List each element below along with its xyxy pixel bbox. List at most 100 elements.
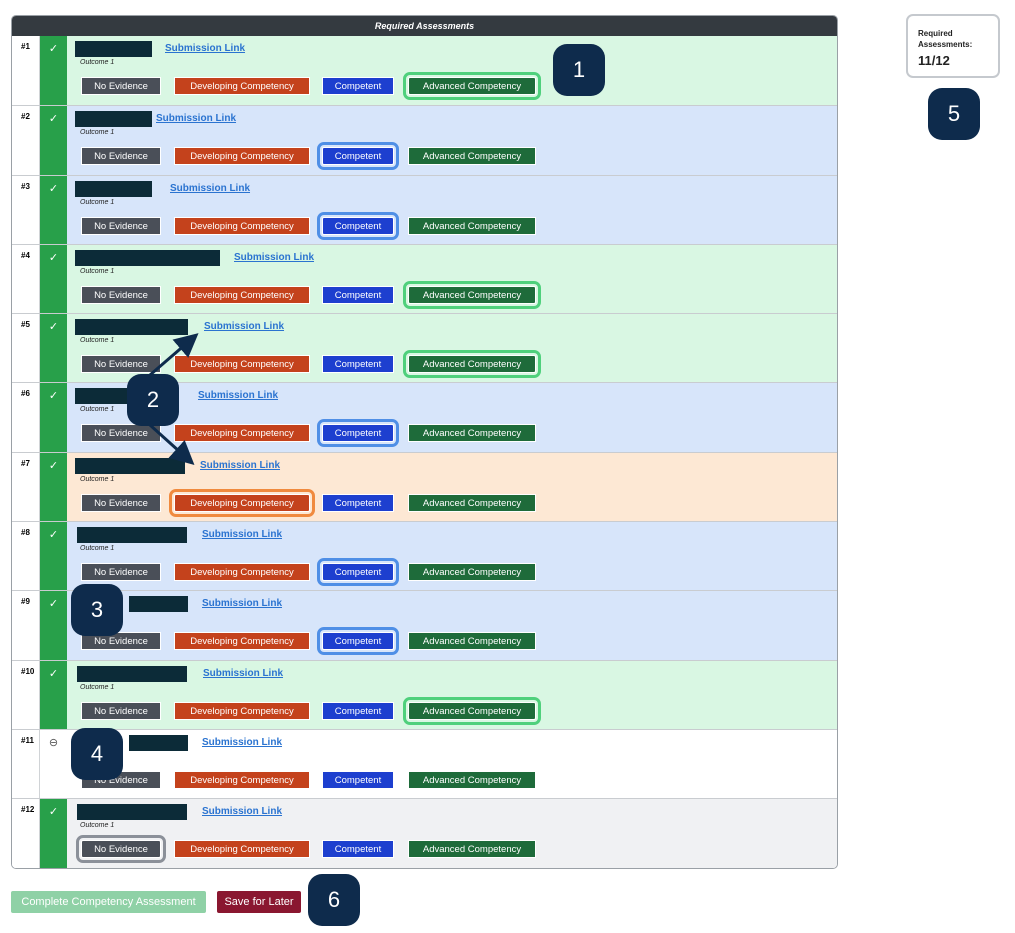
annotation-badge-4: 4 bbox=[71, 728, 123, 780]
required-assessments-counter: Required Assessments: 11/12 bbox=[906, 14, 1000, 78]
advanced-competency-button[interactable]: Advanced Competency bbox=[403, 280, 541, 309]
developing-competency-button[interactable]: Developing Competency bbox=[174, 355, 310, 374]
row-number: #1 bbox=[12, 36, 40, 106]
competent-button[interactable]: Competent bbox=[322, 840, 394, 859]
submission-link[interactable]: Submission Link bbox=[202, 598, 282, 609]
check-icon: ✓ bbox=[40, 383, 67, 452]
no-evidence-button[interactable]: No Evidence bbox=[81, 216, 161, 235]
advanced-competency-button[interactable]: Advanced Competency bbox=[403, 72, 541, 100]
competent-button[interactable]: Competent bbox=[322, 493, 394, 512]
competent-button[interactable]: Competent bbox=[317, 211, 399, 240]
outcome-label: Outcome 1 bbox=[80, 129, 115, 137]
submission-link[interactable]: Submission Link bbox=[198, 390, 278, 401]
competent-button[interactable]: Competent bbox=[317, 627, 399, 656]
check-icon: ✓ bbox=[40, 591, 67, 660]
check-icon: ✓ bbox=[40, 244, 67, 314]
row-number: #9 bbox=[12, 591, 40, 660]
no-evidence-button[interactable]: No Evidence bbox=[81, 424, 161, 443]
competent-button[interactable]: Competent bbox=[322, 77, 394, 95]
row-number: #12 bbox=[12, 799, 40, 868]
complete-competency-assessment-button[interactable]: Complete Competency Assessment bbox=[11, 891, 206, 913]
save-for-later-button[interactable]: Save for Later bbox=[217, 891, 301, 913]
annotation-badge-6: 6 bbox=[308, 874, 360, 926]
submission-link[interactable]: Submission Link bbox=[202, 529, 282, 540]
submission-link[interactable]: Submission Link bbox=[165, 43, 245, 54]
assessment-row: #9 ✓ Submission Link No Evidence Developing … bbox=[12, 590, 837, 660]
no-evidence-button[interactable]: No Evidence bbox=[76, 835, 166, 864]
redacted-assessment-name bbox=[75, 180, 152, 197]
competent-button[interactable]: Competent bbox=[322, 355, 394, 374]
developing-competency-button[interactable]: Developing Competency bbox=[174, 77, 310, 95]
developing-competency-button[interactable]: Developing Competency bbox=[174, 701, 310, 720]
outcome-label: Outcome 1 bbox=[80, 267, 115, 275]
submission-link[interactable]: Submission Link bbox=[202, 737, 282, 748]
advanced-competency-button[interactable]: Advanced Competency bbox=[408, 493, 536, 512]
assessment-row: #10 ✓ Submission Link Outcome 1 No Evidence D… bbox=[12, 659, 837, 729]
advanced-competency-button[interactable]: Advanced Competency bbox=[408, 424, 536, 443]
submission-link[interactable]: Submission Link bbox=[204, 321, 284, 332]
developing-competency-button[interactable]: Developing Competency bbox=[174, 563, 310, 582]
outcome-label: Outcome 1 bbox=[80, 545, 115, 553]
no-evidence-button[interactable]: No Evidence bbox=[81, 147, 161, 166]
annotation-badge-3: 3 bbox=[71, 584, 123, 636]
panel-header: Required Assessments bbox=[12, 16, 837, 36]
outcome-label: Outcome 1 bbox=[80, 337, 115, 345]
annotation-badge-2: 2 bbox=[127, 374, 179, 426]
outcome-label: Outcome 1 bbox=[80, 822, 115, 830]
developing-competency-button[interactable]: Developing Competency bbox=[174, 424, 310, 443]
submission-link[interactable]: Submission Link bbox=[200, 460, 280, 471]
submission-link[interactable]: Submission Link bbox=[203, 668, 283, 679]
no-evidence-button[interactable]: No Evidence bbox=[81, 355, 161, 374]
competent-button[interactable]: Competent bbox=[317, 419, 399, 448]
minus-circle-icon: ⊖ bbox=[40, 729, 67, 799]
developing-competency-button[interactable]: Developing Competency bbox=[169, 488, 315, 517]
no-evidence-button[interactable]: No Evidence bbox=[81, 563, 161, 582]
advanced-competency-button[interactable]: Advanced Competency bbox=[408, 770, 536, 789]
advanced-competency-button[interactable]: Advanced Competency bbox=[408, 216, 536, 235]
assessment-row: #8 ✓ Submission Link Outcome 1 No Evidence De… bbox=[12, 521, 837, 591]
assessment-row: #2 ✓ Submission Link Outcome 1 No Evidence De… bbox=[12, 105, 837, 175]
advanced-competency-button[interactable]: Advanced Competency bbox=[403, 696, 541, 725]
submission-link[interactable]: Submission Link bbox=[156, 113, 236, 124]
no-evidence-button[interactable]: No Evidence bbox=[81, 77, 161, 95]
developing-competency-button[interactable]: Developing Competency bbox=[174, 632, 310, 651]
no-evidence-button[interactable]: No Evidence bbox=[81, 493, 161, 512]
developing-competency-button[interactable]: Developing Competency bbox=[174, 840, 310, 859]
redacted-assessment-name bbox=[77, 665, 187, 682]
redacted-assessment-name bbox=[75, 41, 152, 57]
submission-link[interactable]: Submission Link bbox=[234, 252, 314, 263]
advanced-competency-button[interactable]: Advanced Competency bbox=[403, 350, 541, 379]
developing-competency-button[interactable]: Developing Competency bbox=[174, 770, 310, 789]
developing-competency-button[interactable]: Developing Competency bbox=[174, 147, 310, 166]
assessment-row: #3 ✓ Submission Link Outcome 1 No Evidence De… bbox=[12, 174, 837, 244]
outcome-label: Outcome 1 bbox=[80, 406, 115, 414]
advanced-competency-button[interactable]: Advanced Competency bbox=[408, 563, 536, 582]
competent-button[interactable]: Competent bbox=[322, 285, 394, 304]
competent-button[interactable]: Competent bbox=[317, 142, 399, 171]
redacted-assessment-name bbox=[75, 249, 220, 266]
check-icon: ✓ bbox=[40, 175, 67, 244]
advanced-competency-button[interactable]: Advanced Competency bbox=[408, 632, 536, 651]
row-number: #3 bbox=[12, 175, 40, 244]
no-evidence-button[interactable]: No Evidence bbox=[81, 285, 161, 304]
advanced-competency-button[interactable]: Advanced Competency bbox=[408, 147, 536, 166]
developing-competency-button[interactable]: Developing Competency bbox=[174, 285, 310, 304]
redacted-assessment-name bbox=[77, 804, 187, 821]
check-icon: ✓ bbox=[40, 36, 67, 106]
competent-button[interactable]: Competent bbox=[322, 701, 394, 720]
developing-competency-button[interactable]: Developing Competency bbox=[174, 216, 310, 235]
submission-link[interactable]: Submission Link bbox=[170, 183, 250, 194]
check-icon: ✓ bbox=[40, 660, 67, 729]
assessment-row: #12 ✓ Submission Link Outcome 1 No Evidence D… bbox=[12, 798, 837, 868]
competent-button[interactable]: Competent bbox=[322, 770, 394, 789]
assessment-row: #4 ✓ Submission Link Outcome 1 No Evidence De… bbox=[12, 243, 837, 314]
check-icon: ✓ bbox=[40, 106, 67, 175]
no-evidence-button[interactable]: No Evidence bbox=[81, 701, 161, 720]
annotation-badge-1: 1 bbox=[553, 44, 605, 96]
submission-link[interactable]: Submission Link bbox=[202, 806, 282, 817]
assessment-row: #7 ✓ Submission Link Outcome 1 No Evidence De… bbox=[12, 451, 837, 522]
advanced-competency-button[interactable]: Advanced Competency bbox=[408, 840, 536, 859]
competent-button[interactable]: Competent bbox=[317, 558, 399, 587]
counter-label: Required Assessments: bbox=[918, 29, 973, 49]
redacted-assessment-name bbox=[129, 734, 188, 751]
